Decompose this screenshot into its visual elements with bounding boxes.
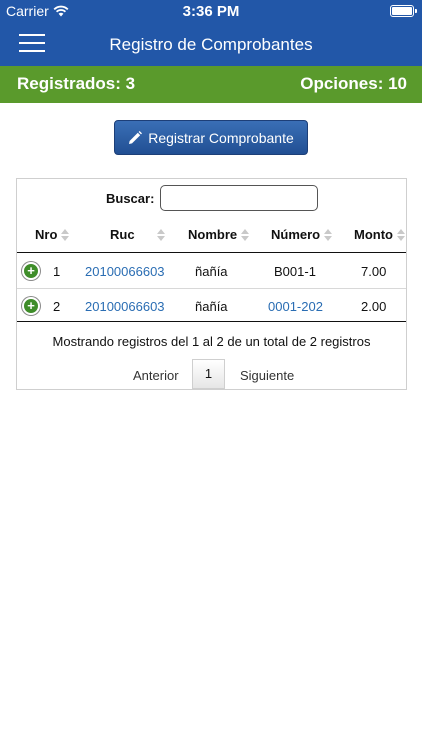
cell-ruc[interactable]: 20100066603 [85,264,165,279]
sort-icon [324,228,333,242]
column-label: Nombre [188,227,238,242]
column-header-ruc[interactable]: Ruc [110,227,165,242]
page-title: Registro de Comprobantes [109,35,313,54]
registered-count: Registrados: 3 [17,74,136,93]
cell-numero: B001-1 [274,264,316,279]
column-label: Monto [354,227,393,242]
expand-row-icon[interactable]: + [22,297,40,315]
cell-monto: 7.00 [361,264,387,279]
cell-nombre: ñañía [195,299,228,314]
cell-nro: 2 [53,299,61,314]
column-header-nro[interactable]: Nro [35,227,70,242]
summary-bar: Registrados: 3 Opciones: 10 [0,66,422,103]
sort-icon [61,228,70,242]
column-label: Nro [35,227,58,242]
cell-ruc[interactable]: 20100066603 [85,299,165,314]
column-header-numero[interactable]: Número [271,227,333,242]
cell-nombre: ñañía [195,264,228,279]
register-voucher-label: Registrar Comprobante [148,129,294,146]
search-input[interactable] [160,185,318,211]
options-count: Opciones: 10 [300,74,407,93]
table-row: + 1 20100066603 ñañía B001-1 7.00 [17,254,406,288]
cell-numero[interactable]: 0001-202 [268,299,323,314]
column-label: Ruc [110,227,135,242]
page-1-button[interactable]: 1 [192,359,225,389]
cell-monto: 2.00 [361,299,387,314]
sort-icon [396,228,405,242]
table-info: Mostrando registros del 1 al 2 de un tot… [52,334,371,349]
previous-page-button[interactable]: Anterior [133,368,179,383]
status-bar: Carrier 3:36 PM [0,0,422,22]
battery-icon [390,5,417,17]
status-time: 3:36 PM [182,3,240,20]
column-header-nombre[interactable]: Nombre [188,227,250,242]
next-page-button[interactable]: Siguiente [240,368,294,383]
search-label: Buscar: [106,191,155,206]
vouchers-table-card: Buscar: Nro Ruc Nombre Número Monto + 1 … [16,178,407,390]
column-label: Número [271,227,321,242]
navbar: Registro de Comprobantes [0,22,422,66]
header-divider [17,252,406,253]
sort-icon [241,228,250,242]
cell-nro: 1 [53,264,61,279]
pagination: Anterior 1 Siguiente [17,359,406,389]
table-row: + 2 20100066603 ñañía 0001-202 2.00 [17,289,406,323]
column-header-monto[interactable]: Monto [354,227,405,242]
sort-icon [156,228,165,242]
expand-row-icon[interactable]: + [22,262,40,280]
pencil-icon [129,130,143,144]
footer-divider [17,321,406,322]
register-voucher-button[interactable]: Registrar Comprobante [114,120,308,155]
